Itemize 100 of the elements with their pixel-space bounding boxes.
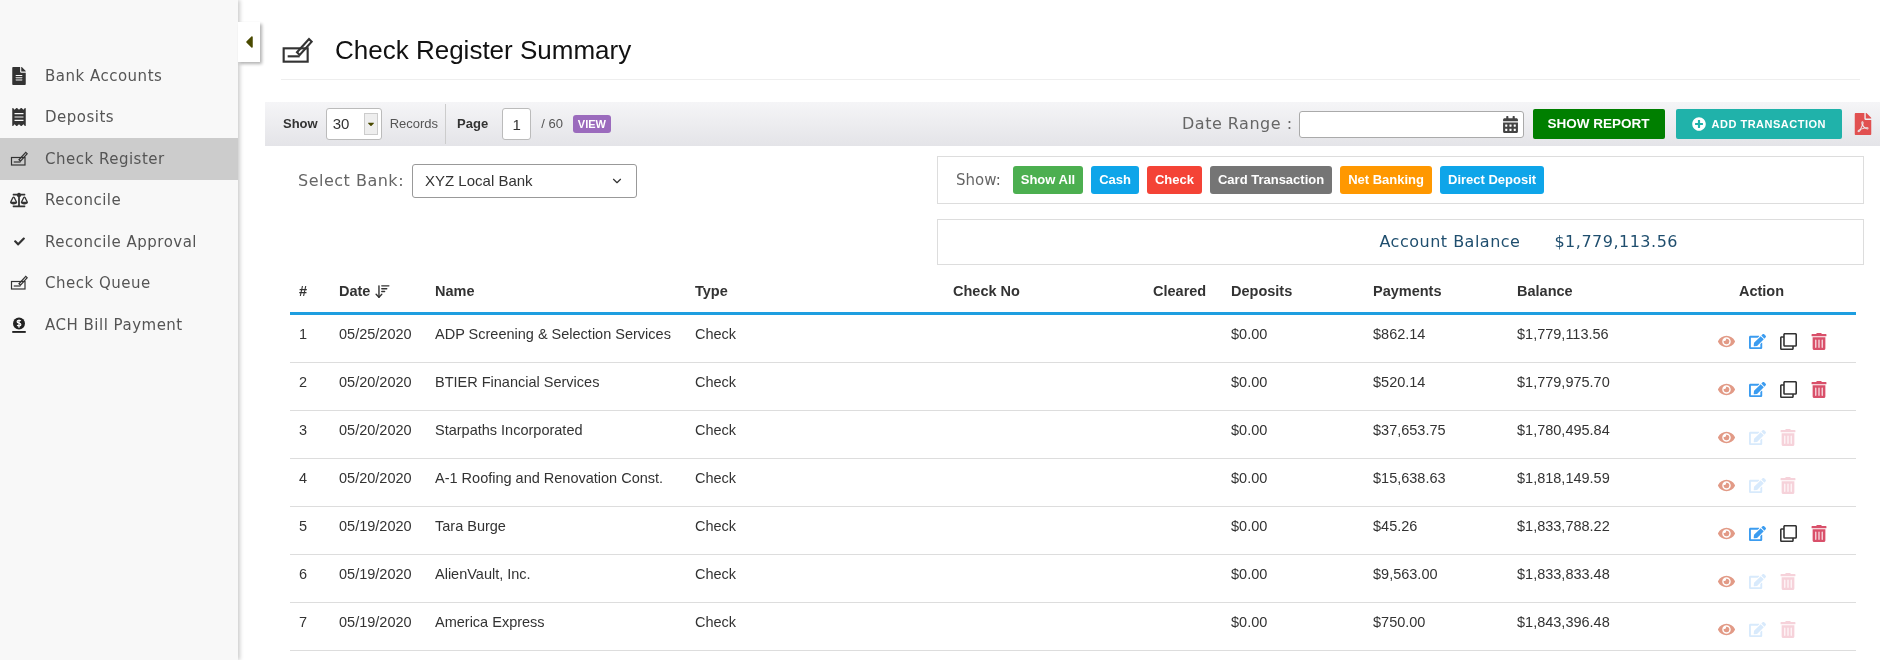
table-cell: Starpaths Incorporated — [435, 422, 583, 438]
table-cell: 05/19/2020 — [339, 614, 412, 630]
table-cell: ADP Screening & Selection Services — [435, 326, 671, 342]
table-cell: 05/25/2020 — [339, 326, 412, 342]
table-cell: $1,818,149.59 — [1517, 470, 1610, 486]
column-header: Balance — [1517, 281, 1573, 301]
table-cell: BTIER Financial Services — [435, 374, 600, 390]
table-cell: Check — [695, 470, 737, 486]
document-icon — [10, 66, 28, 85]
table-cell: AlienVault, Inc. — [435, 566, 531, 582]
edit-icon[interactable] — [1749, 333, 1766, 350]
table-cell: America Express — [435, 614, 545, 630]
copy-icon[interactable] — [1780, 333, 1797, 350]
table-cell: 1 — [299, 326, 308, 342]
sort-icon[interactable] — [374, 283, 392, 300]
table-cell: 05/20/2020 — [339, 470, 412, 486]
account-balance-value: $1,779,113.56 — [1554, 231, 1678, 253]
bank-select[interactable]: XYZ Local Bank — [412, 164, 638, 198]
edit-icon[interactable] — [1749, 477, 1766, 494]
check-pen-icon — [10, 274, 28, 293]
edit-icon[interactable] — [1749, 525, 1766, 542]
table-cell: $520.14 — [1373, 374, 1426, 390]
page-input[interactable]: 1 — [502, 108, 532, 140]
calendar-icon — [1501, 115, 1519, 133]
filter-chip[interactable]: Check — [1146, 166, 1202, 194]
check-pen-icon — [10, 149, 28, 168]
table-cell: Tara Burge — [435, 518, 506, 534]
table-cell: $0.00 — [1231, 326, 1268, 342]
filter-label: Show: — [956, 169, 1001, 191]
view-icon[interactable] — [1718, 333, 1735, 350]
table-cell: 4 — [299, 470, 308, 486]
table-cell: Check — [695, 518, 737, 534]
sidebar-item[interactable]: ACH Bill Payment — [0, 304, 238, 346]
date-range-field[interactable] — [1298, 110, 1524, 138]
sidebar-item[interactable]: Reconcile Approval — [0, 221, 238, 263]
table-cell: $1,780,495.84 — [1517, 422, 1610, 438]
dollar-coin-icon — [10, 315, 28, 334]
table-cell: $0.00 — [1231, 374, 1268, 390]
table-cell: Check — [695, 422, 737, 438]
table-cell: 7 — [299, 614, 308, 630]
table-cell: 5 — [299, 518, 308, 534]
records-label: Records — [389, 115, 439, 134]
plus-icon — [1691, 117, 1706, 131]
table-cell: Check — [695, 374, 737, 390]
sidebar-item[interactable]: Check Queue — [0, 262, 238, 304]
table-cell: $15,638.63 — [1373, 470, 1446, 486]
table-cell: $37,653.75 — [1373, 422, 1446, 438]
table-cell: $9,563.00 — [1373, 566, 1438, 582]
sidebar-item[interactable]: Check Register — [0, 138, 238, 180]
table-cell: $0.00 — [1231, 614, 1268, 630]
sidebar-item[interactable]: Deposits — [0, 96, 238, 138]
edit-icon[interactable] — [1749, 381, 1766, 398]
scale-icon — [10, 191, 28, 210]
table-cell: 3 — [299, 422, 308, 438]
column-header[interactable]: Date — [339, 280, 371, 303]
table-cell: 05/20/2020 — [339, 422, 412, 438]
page-label: Page — [457, 115, 489, 134]
edit-icon[interactable] — [1749, 573, 1766, 590]
delete-icon[interactable] — [1811, 381, 1827, 398]
view-icon[interactable] — [1718, 381, 1735, 398]
table-cell: $1,833,788.22 — [1517, 518, 1610, 534]
sidebar-item[interactable]: Reconcile — [0, 179, 238, 221]
table-cell: 6 — [299, 566, 308, 582]
table-cell: 05/19/2020 — [339, 518, 412, 534]
date-range-label: Date Range : — [1182, 113, 1293, 135]
view-button[interactable]: VIEW — [572, 115, 611, 133]
view-icon[interactable] — [1718, 573, 1735, 590]
table-cell: Check — [695, 326, 737, 342]
filter-chip[interactable]: Card Transaction — [1209, 166, 1333, 194]
view-icon[interactable] — [1718, 621, 1735, 638]
show-report-button[interactable]: SHOW REPORT — [1532, 109, 1665, 139]
table-cell: $1,779,975.70 — [1517, 374, 1610, 390]
view-icon[interactable] — [1718, 429, 1735, 446]
collapse-sidebar-button[interactable] — [238, 22, 260, 62]
show-label: Show — [283, 115, 318, 134]
view-icon[interactable] — [1718, 525, 1735, 542]
edit-icon[interactable] — [1749, 429, 1766, 446]
table-cell: Check — [695, 614, 737, 630]
delete-icon[interactable] — [1811, 525, 1827, 542]
copy-icon[interactable] — [1780, 381, 1797, 398]
table-cell: $0.00 — [1231, 422, 1268, 438]
column-header: Name — [435, 281, 475, 301]
column-header: # — [299, 281, 308, 301]
tick-icon — [13, 236, 25, 248]
table-cell: $862.14 — [1373, 326, 1426, 342]
page-title: Check Register Summary — [335, 34, 632, 67]
column-header: Payments — [1373, 281, 1442, 301]
table-cell: $750.00 — [1373, 614, 1426, 630]
view-icon[interactable] — [1718, 477, 1735, 494]
column-header: Action — [1738, 281, 1785, 301]
pdf-icon[interactable] — [1852, 113, 1874, 135]
table-cell: 2 — [299, 374, 308, 390]
table-cell: $0.00 — [1231, 566, 1268, 582]
page-total: / 60 — [541, 115, 563, 134]
sidebar-item[interactable]: Bank Accounts — [0, 55, 238, 97]
copy-icon[interactable] — [1780, 525, 1797, 542]
table-cell: 05/20/2020 — [339, 374, 412, 390]
delete-icon[interactable] — [1811, 333, 1827, 350]
records-select[interactable]: 30 — [325, 108, 382, 140]
edit-icon[interactable] — [1749, 621, 1766, 638]
